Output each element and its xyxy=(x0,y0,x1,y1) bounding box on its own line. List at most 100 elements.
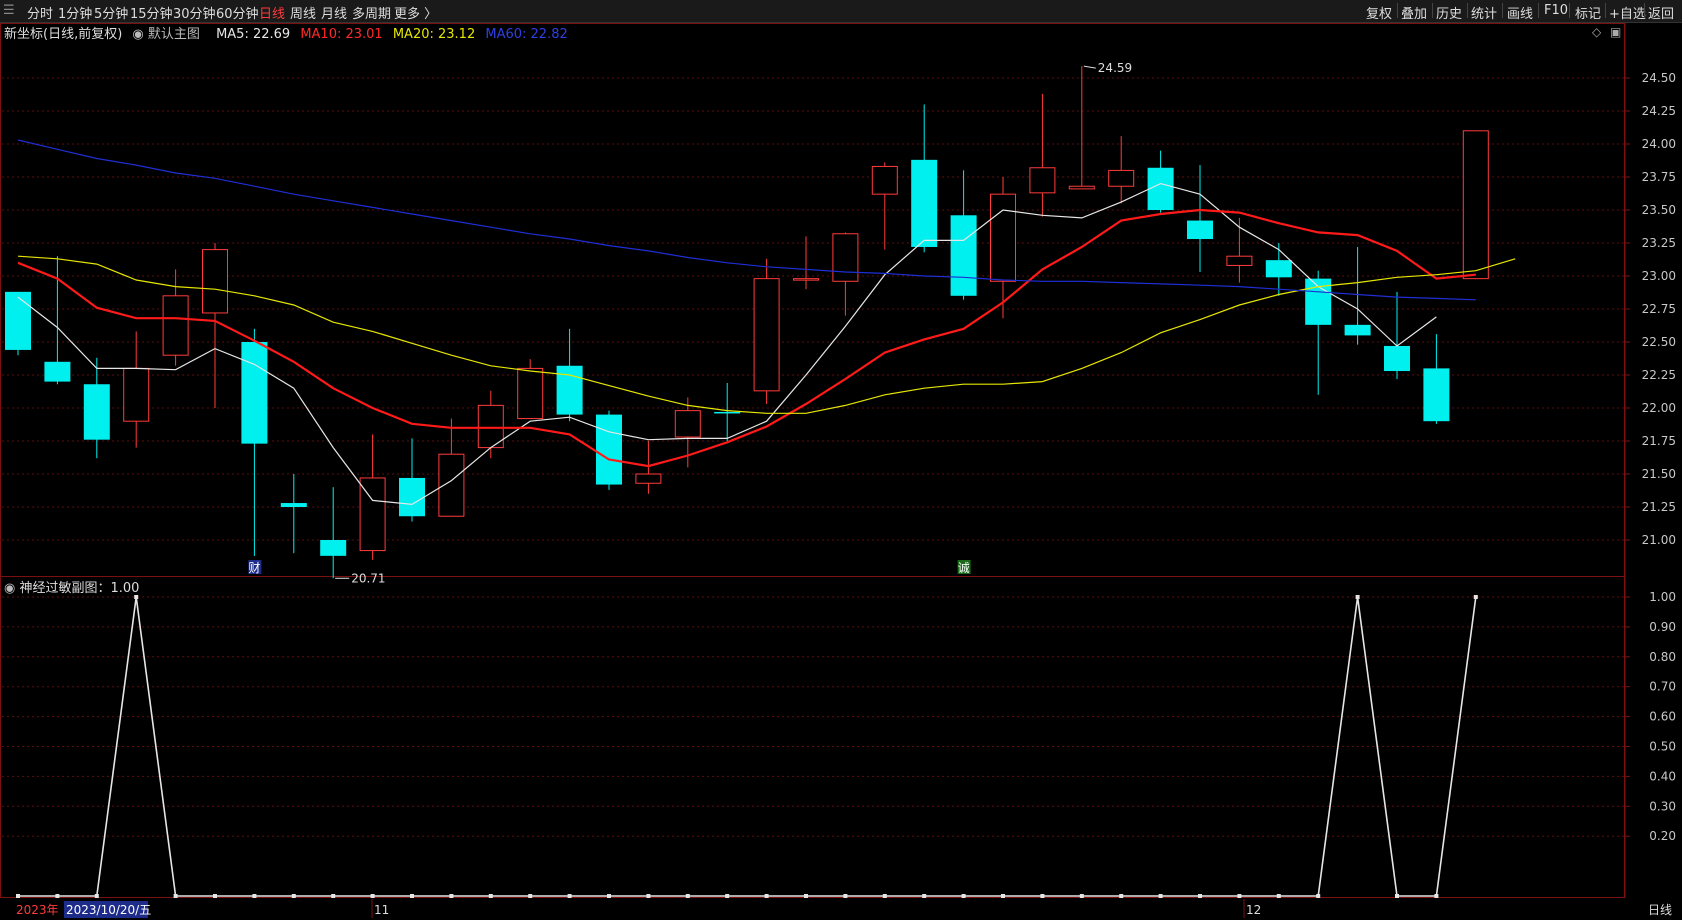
candle xyxy=(241,328,268,556)
candle-body xyxy=(1029,167,1056,194)
subchart-point xyxy=(607,894,611,898)
sub-y-tick-label: 0.30 xyxy=(1649,799,1676,813)
candle xyxy=(1147,150,1174,213)
candle xyxy=(280,474,307,554)
candle-body xyxy=(556,365,583,415)
subchart-point xyxy=(488,894,493,898)
candle xyxy=(83,357,110,459)
candle-body xyxy=(1147,167,1174,210)
subchart-point xyxy=(370,894,375,898)
candle-body xyxy=(1187,220,1213,240)
subchart-point xyxy=(725,894,730,898)
subchart-point xyxy=(291,894,296,898)
candle xyxy=(1265,243,1292,296)
candle-body xyxy=(1226,255,1253,266)
subchart-point xyxy=(55,894,60,898)
candle-body xyxy=(674,410,701,438)
main-y-tick-label: 21.25 xyxy=(1642,500,1676,514)
sub-y-tick-label: 0.60 xyxy=(1649,710,1676,724)
candle-body xyxy=(202,249,228,314)
candle-body xyxy=(753,278,780,392)
marker-cai: 财 xyxy=(248,561,260,575)
high-annotation-pointer xyxy=(1083,65,1096,69)
period-label: 日线 xyxy=(1648,903,1672,917)
main-y-tick-label: 24.50 xyxy=(1642,71,1676,85)
sub-y-tick-label: 1.00 xyxy=(1649,590,1676,604)
main-y-tick-label: 22.75 xyxy=(1642,302,1676,316)
year-label: 2023年 xyxy=(16,903,59,917)
subchart-point xyxy=(1355,595,1360,599)
subchart-point xyxy=(252,894,257,898)
subchart-point xyxy=(922,894,927,898)
main-y-tick-label: 23.75 xyxy=(1642,170,1676,184)
candle-body xyxy=(241,342,268,444)
candle xyxy=(793,236,819,290)
candle xyxy=(5,291,31,356)
subchart-point xyxy=(1119,894,1124,898)
candle-body xyxy=(635,473,662,484)
subchart-point xyxy=(882,894,887,898)
ma-line-ma5 xyxy=(17,182,1437,506)
stock-chart[interactable]: 24.50 24.25 24.00 23.75 23.50 23.25 23.00 22.75… xyxy=(0,0,1682,920)
subchart-point xyxy=(1276,894,1281,898)
candle-body xyxy=(1462,130,1489,280)
candle-body xyxy=(83,384,110,440)
candle xyxy=(950,170,977,300)
candle-body xyxy=(123,367,150,422)
subchart-point xyxy=(1434,894,1439,898)
sub-y-tick-label: 0.40 xyxy=(1649,769,1676,783)
candle xyxy=(596,410,622,490)
candle-body xyxy=(162,295,189,356)
candle xyxy=(399,438,425,522)
candle xyxy=(871,162,898,250)
candle-body xyxy=(990,193,1016,282)
subchart-point xyxy=(173,894,178,898)
subchart-point xyxy=(213,894,217,898)
sub-y-tick-label: 0.70 xyxy=(1649,680,1676,694)
candle-body xyxy=(1423,368,1450,422)
candle-body xyxy=(280,503,307,507)
candle xyxy=(1305,270,1332,395)
candle-body xyxy=(1108,169,1135,187)
month-label-12: 12 xyxy=(1246,903,1261,917)
subchart-point xyxy=(764,894,769,898)
subchart-point xyxy=(1198,894,1202,898)
main-y-tick-label: 24.25 xyxy=(1642,104,1676,118)
candle xyxy=(320,487,347,579)
pane-settings-icon[interactable]: ◇ xyxy=(1592,25,1602,39)
subchart-point xyxy=(1473,595,1478,599)
subchart-point xyxy=(843,894,848,898)
sub-y-tick-label: 0.90 xyxy=(1649,620,1676,634)
subchart-point xyxy=(1237,894,1242,898)
main-y-tick-label: 22.25 xyxy=(1642,368,1676,382)
candle-body xyxy=(596,414,622,485)
candle-body xyxy=(1384,345,1410,372)
candle xyxy=(1462,130,1489,280)
subchart-point xyxy=(1079,894,1084,898)
sub-y-tick-label: 0.50 xyxy=(1649,740,1676,754)
main-y-tick-label: 23.25 xyxy=(1642,236,1676,250)
pane-maximize-icon[interactable]: ▣ xyxy=(1610,25,1621,39)
main-y-tick-label: 21.75 xyxy=(1642,434,1676,448)
candle xyxy=(1068,66,1095,190)
candle-body xyxy=(1068,185,1095,190)
month-label-11: 11 xyxy=(374,903,389,917)
candle-body xyxy=(832,233,859,282)
candle xyxy=(1187,165,1213,273)
sub-pane-border xyxy=(0,576,1625,898)
subchart-point xyxy=(804,894,808,898)
candle-body xyxy=(911,159,938,247)
subchart-point xyxy=(449,894,454,898)
candle-body xyxy=(871,165,898,195)
main-y-tick-label: 24.00 xyxy=(1642,137,1676,151)
candle-body xyxy=(714,411,741,414)
candle xyxy=(911,104,938,253)
candle xyxy=(1108,136,1135,204)
candle-body xyxy=(399,477,425,517)
ma-line-ma10 xyxy=(17,208,1476,468)
subchart-point xyxy=(685,894,690,898)
candle-body xyxy=(793,278,819,281)
main-y-tick-label: 21.00 xyxy=(1642,533,1676,547)
candle xyxy=(1344,246,1371,345)
subchart-point xyxy=(134,595,139,599)
